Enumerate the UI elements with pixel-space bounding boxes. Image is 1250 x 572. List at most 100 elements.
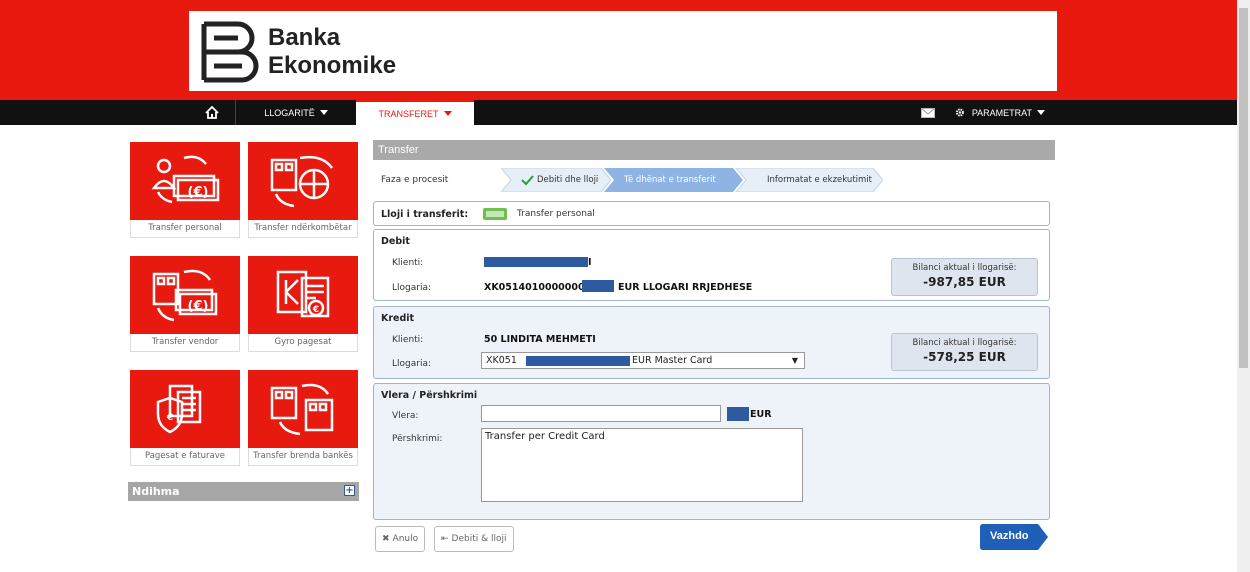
- bank-logo-icon[interactable]: [198, 20, 260, 84]
- brand-name: Banka Ekonomike: [268, 24, 396, 80]
- continue-button[interactable]: Vazhdo: [980, 524, 1048, 553]
- credit-account-select[interactable]: XK051 EUR Master Card ▼: [481, 352, 805, 369]
- chevron-down-icon: [319, 110, 328, 115]
- process-steps: Faza e procesit Debiti dhe lloji Të dhën…: [373, 162, 1055, 198]
- amount-box: Vlera / Përshkrimi Vlera: EUR Përshkrimi…: [373, 383, 1050, 520]
- credit-balance-value: -578,25 EUR: [923, 350, 1006, 364]
- redaction-bar: [582, 280, 614, 292]
- personal-transfer-icon: (€): [151, 155, 220, 204]
- currency-label: EUR: [750, 409, 772, 420]
- scrollbar-thumb[interactable]: [1239, 8, 1248, 368]
- chevron-down-icon: [443, 111, 452, 116]
- transfer-type-value: Transfer personal: [517, 209, 595, 219]
- expand-plus-icon[interactable]: +: [344, 485, 355, 496]
- nav-accounts[interactable]: LLOGARITË: [236, 100, 356, 125]
- tile-personal-transfer[interactable]: (€) Transfer personal: [130, 142, 240, 242]
- transfer-type-label: Lloji i transferit:: [381, 209, 469, 220]
- process-label: Faza e procesit: [381, 175, 449, 185]
- bill-payments-icon: €: [156, 384, 202, 434]
- nav-transfers[interactable]: TRANSFERET: [356, 100, 474, 125]
- back-label: Debiti & lloji: [451, 534, 507, 544]
- credit-client-label: Klienti:: [392, 335, 424, 345]
- nav-settings[interactable]: PARAMETRAT: [955, 100, 1045, 125]
- nav-messages[interactable]: [918, 100, 938, 125]
- mail-icon: [921, 107, 935, 118]
- debit-account-prefix: XK0514010000000: [484, 282, 585, 293]
- debit-client-label: Klienti:: [392, 258, 424, 268]
- redaction-bar: [526, 356, 630, 366]
- step-2: Të dhënat e transferit: [624, 175, 716, 185]
- redaction-bar: [727, 407, 749, 421]
- nav-home[interactable]: [189, 100, 236, 125]
- back-button[interactable]: ⇤ Debiti & lloji: [434, 526, 514, 552]
- tile-international-transfer[interactable]: Transfer ndërkombëtar: [248, 142, 358, 242]
- domestic-transfer-icon: (€): [152, 269, 218, 322]
- tile-domestic-transfer[interactable]: (€) Transfer vendor: [130, 256, 240, 356]
- debit-account-suffix: EUR LLOGARI RRJEDHESE: [618, 282, 753, 293]
- description-textarea[interactable]: Transfer per Credit Card: [481, 428, 803, 502]
- amount-label: Vlera:: [392, 411, 419, 421]
- header-background-right: [1057, 11, 1237, 100]
- top-red-strip: [0, 0, 1237, 11]
- header-background-bottom: [189, 91, 1057, 100]
- tile-label: Pagesat e faturave: [130, 448, 240, 466]
- debit-box: Debit Klienti: I Llogaria: XK05140100000…: [373, 229, 1050, 301]
- vertical-scrollbar[interactable]: [1237, 0, 1250, 572]
- description-label: Përshkrimi:: [392, 434, 443, 444]
- internal-transfer-icon: [270, 383, 334, 436]
- tile-label: Transfer personal: [130, 220, 240, 238]
- international-transfer-icon: [270, 155, 334, 208]
- credit-balance: Bilanci aktual i llogarisë: -578,25 EUR: [891, 333, 1038, 371]
- step-3: Informatat e ekzekutimit: [767, 175, 872, 185]
- help-panel-header[interactable]: Ndihma +: [128, 482, 359, 501]
- close-icon: ✖: [382, 534, 390, 544]
- svg-text:(€): (€): [188, 185, 209, 200]
- amount-input[interactable]: [481, 405, 721, 422]
- nav-transfers-label: TRANSFERET: [378, 108, 439, 119]
- credit-account-label: Llogaria:: [392, 359, 431, 369]
- credit-title: Kredit: [381, 313, 415, 324]
- debit-client-value: I: [588, 257, 592, 268]
- brand-line-2: Ekonomike: [268, 52, 397, 79]
- svg-text:€: €: [166, 413, 173, 423]
- debit-balance: Bilanci aktual i llogarisë: -987,85 EUR: [891, 258, 1038, 296]
- gear-icon: [955, 108, 964, 117]
- tile-label: Transfer ndërkombëtar: [248, 220, 358, 238]
- tile-bill-payments[interactable]: € Pagesat e faturave: [130, 370, 240, 470]
- transfer-type-box: Lloji i transferit: Transfer personal: [373, 201, 1050, 226]
- redaction-bar: [484, 257, 588, 267]
- nav-settings-label: PARAMETRAT: [971, 107, 1032, 118]
- header-background-left: [0, 11, 189, 100]
- main-navbar: [0, 100, 1237, 125]
- credit-box: Kredit Klienti: 50 LINDITA MEHMETI Lloga…: [373, 306, 1050, 379]
- amount-title: Vlera / Përshkrimi: [381, 390, 478, 401]
- panel-title: Transfer: [373, 140, 1055, 160]
- tile-internal-transfer[interactable]: Transfer brenda bankës: [248, 370, 358, 470]
- cancel-label: Anulo: [392, 534, 419, 544]
- tile-label: Transfer vendor: [130, 334, 240, 352]
- tile-label: Transfer brenda bankës: [248, 448, 358, 466]
- debit-title: Debit: [381, 236, 410, 247]
- giro-payments-icon: €: [276, 270, 330, 318]
- tile-giro-payments[interactable]: € Gyro pagesat: [248, 256, 358, 356]
- card-icon: [483, 208, 507, 220]
- svg-text:€: €: [312, 305, 319, 315]
- cancel-button[interactable]: ✖ Anulo: [375, 526, 426, 552]
- debit-balance-label: Bilanci aktual i llogarisë:: [912, 263, 1017, 273]
- home-icon: [205, 106, 219, 119]
- back-icon: ⇤: [441, 534, 449, 544]
- credit-balance-label: Bilanci aktual i llogarisë:: [912, 338, 1017, 348]
- credit-account-suffix: EUR Master Card: [632, 355, 713, 366]
- step-1: Debiti dhe lloji: [537, 175, 599, 185]
- debit-account-label: Llogaria:: [392, 283, 431, 293]
- chevron-down-icon: [1037, 110, 1045, 115]
- svg-text:(€): (€): [188, 299, 209, 314]
- credit-account-prefix: XK051: [486, 355, 517, 366]
- continue-label: Vazhdo: [990, 530, 1029, 542]
- chevron-down-icon: ▼: [791, 356, 798, 365]
- help-label: Ndihma: [132, 485, 180, 498]
- nav-accounts-label: LLOGARITË: [264, 107, 315, 118]
- tile-label: Gyro pagesat: [248, 334, 358, 352]
- debit-balance-value: -987,85 EUR: [923, 275, 1006, 289]
- credit-client-value: 50 LINDITA MEHMETI: [484, 334, 596, 345]
